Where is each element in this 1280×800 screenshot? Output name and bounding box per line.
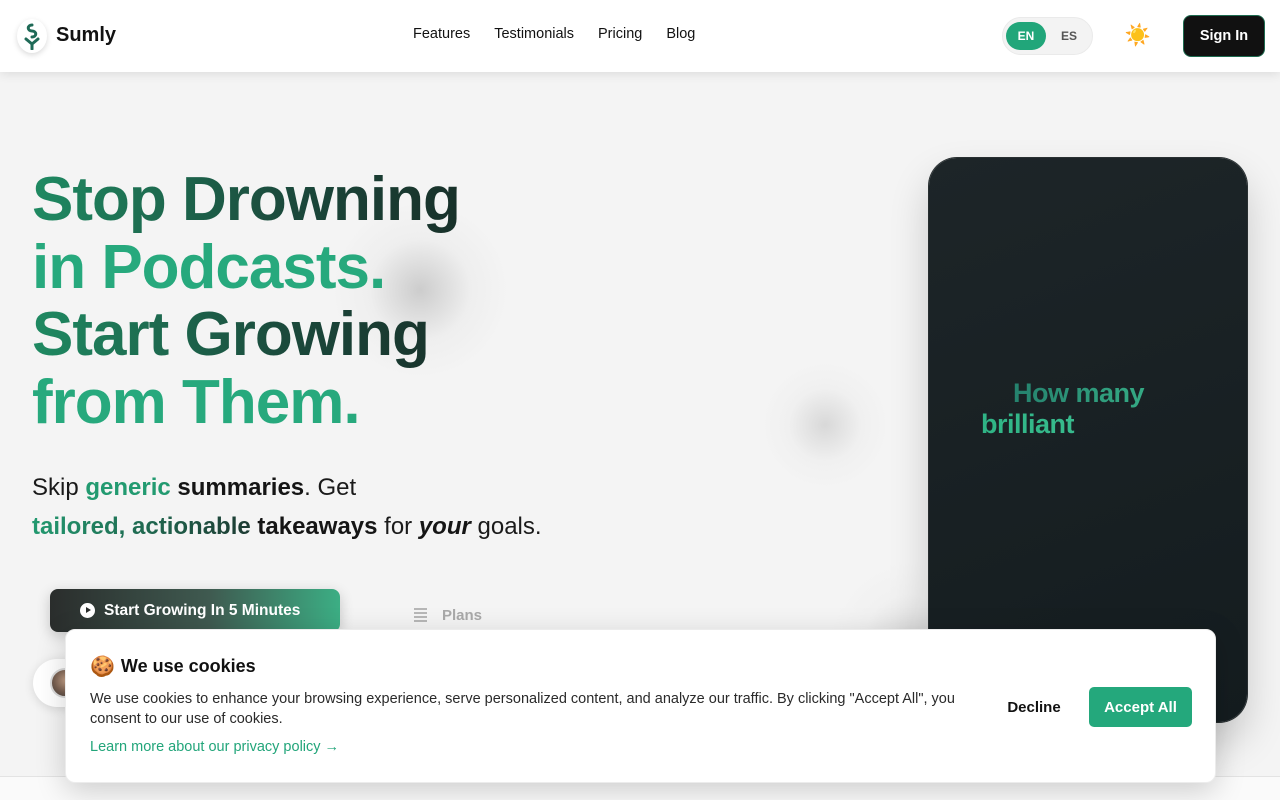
cookie-description: We use cookies to enhance your browsing … [90, 691, 955, 727]
phone-headline-line: brilliant [981, 409, 1231, 440]
subhead-text: goals. [470, 513, 542, 540]
decorative-glow [760, 360, 890, 490]
phone-headline-line: How many [981, 378, 1231, 409]
brand-name[interactable]: Sumly [56, 24, 116, 47]
language-option-en[interactable]: EN [1006, 22, 1046, 50]
accept-all-button[interactable]: Accept All [1089, 687, 1192, 727]
language-option-es[interactable]: ES [1049, 22, 1089, 50]
sun-icon[interactable]: ☀️ [1124, 22, 1152, 50]
logo-icon[interactable] [17, 19, 47, 53]
hero-title-line: Stop Drowning [32, 166, 592, 234]
subhead-text: . Get [304, 474, 357, 501]
cookie-title-text: We use cookies [120, 656, 256, 676]
main-nav: Features Testimonials Pricing Blog [413, 26, 719, 42]
hero-title: Stop Drowning in Podcasts. Start Growing… [32, 166, 592, 436]
subhead-text: Skip [32, 474, 86, 501]
decline-button[interactable]: Decline [996, 687, 1072, 727]
site-header: Sumly Features Testimonials Pricing Blog… [0, 0, 1280, 72]
hero-subheading: Skip generic summaries. Get tailored, act… [32, 468, 592, 546]
start-growing-label: Start Growing In 5 Minutes [104, 601, 301, 619]
cookie-icon: 🍪 [90, 655, 115, 678]
subhead-highlight: takeaways [257, 513, 378, 540]
list-icon [414, 606, 427, 624]
subhead-highlight: generic [85, 474, 171, 501]
play-icon [80, 603, 95, 618]
subhead-highlight: tailored, actionable [32, 513, 251, 540]
nav-link-blog[interactable]: Blog [666, 26, 695, 42]
nav-link-pricing[interactable]: Pricing [598, 26, 642, 42]
subhead-highlight: summaries [177, 474, 305, 501]
phone-headline: How many brilliant [981, 378, 1231, 440]
nav-link-testimonials[interactable]: Testimonials [494, 26, 574, 42]
cookie-banner: 🍪 We use cookies We use cookies to enhan… [65, 629, 1216, 783]
hero-title-line: Start Growing [32, 301, 592, 369]
language-toggle: EN ES [1002, 17, 1093, 55]
nav-link-features[interactable]: Features [413, 26, 470, 42]
privacy-policy-link[interactable]: Learn more about our privacy policy → [90, 739, 339, 755]
subhead-text: for [377, 513, 419, 540]
plans-label: Plans [442, 606, 483, 624]
start-growing-button[interactable]: Start Growing In 5 Minutes [50, 589, 340, 632]
plans-link[interactable]: Plans [414, 604, 482, 626]
cookie-title: 🍪 We use cookies [90, 656, 256, 677]
hero-title-line: from Them. [32, 367, 361, 437]
hero-title-line: in Podcasts. [32, 232, 386, 302]
sign-in-button[interactable]: Sign In [1184, 16, 1264, 56]
subhead-emphasis: your [418, 513, 471, 540]
